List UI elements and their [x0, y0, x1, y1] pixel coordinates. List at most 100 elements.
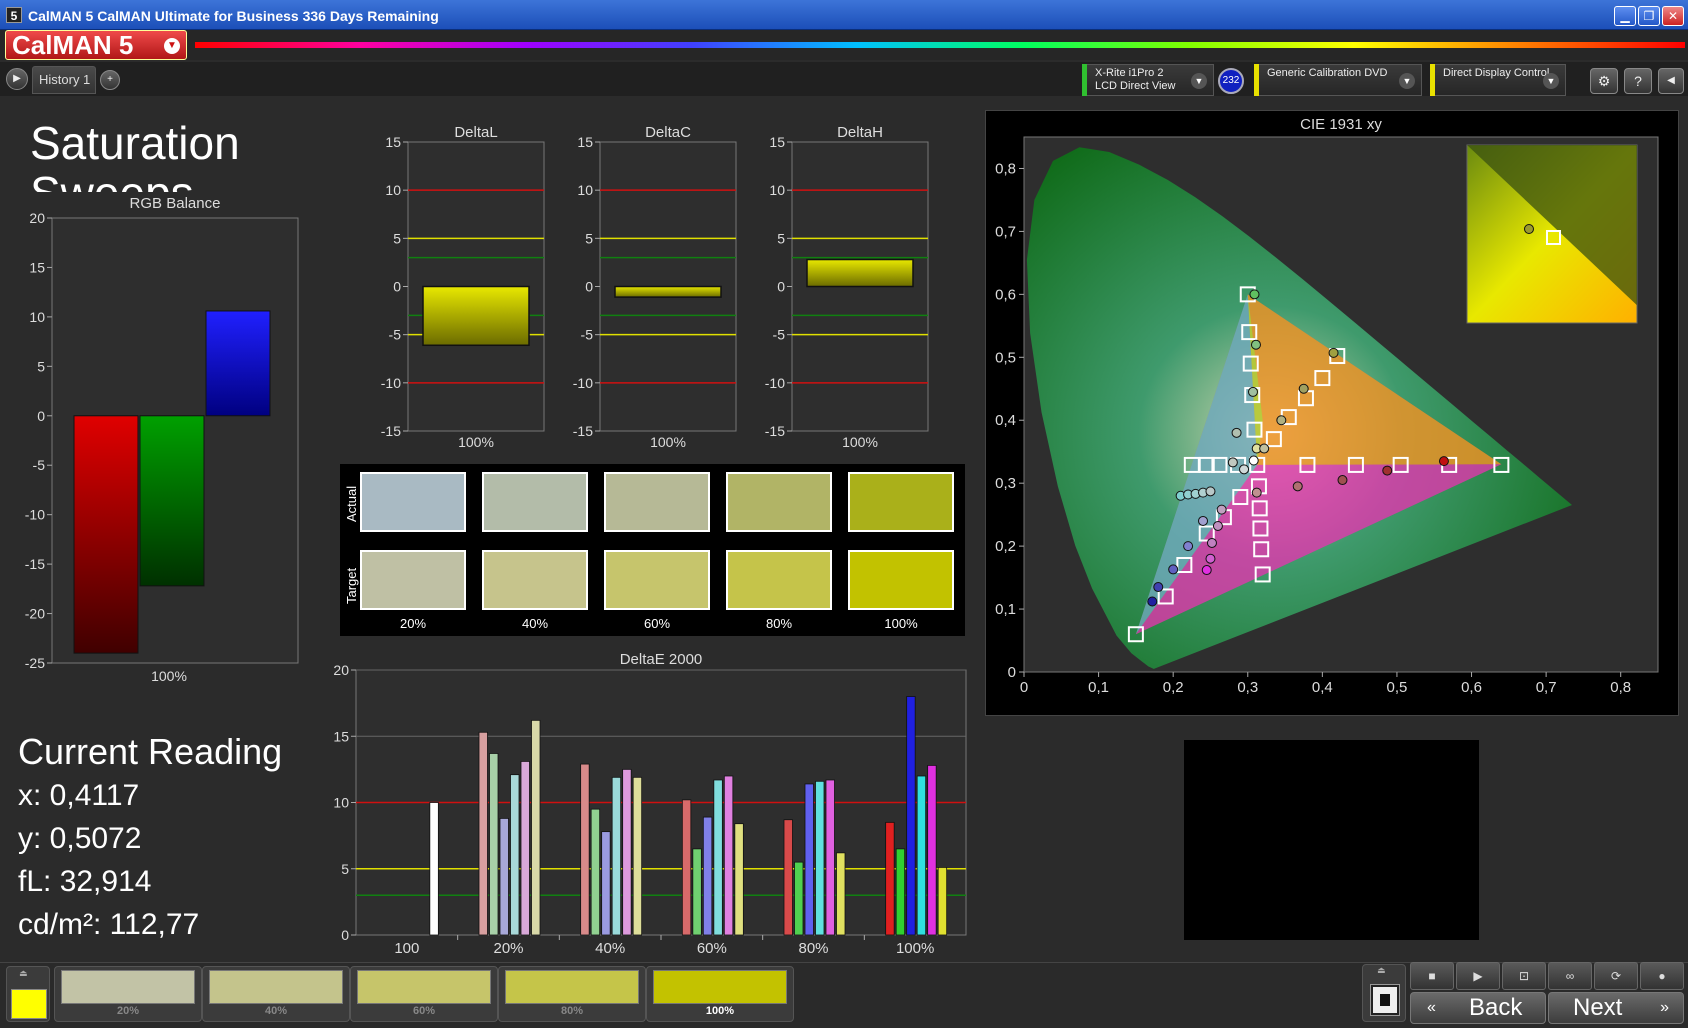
measured-point [1298, 383, 1309, 394]
swatch-label: 100% [884, 616, 918, 631]
x-tick-label: 0,4 [1312, 679, 1333, 696]
help-icon[interactable]: ? [1624, 68, 1652, 94]
y-tick-label: 0,3 [995, 475, 1016, 492]
video-preview [1184, 740, 1479, 940]
chart-title: RGB Balance [130, 195, 221, 212]
target-swatch [482, 550, 588, 610]
chevron-down-icon: ▼ [1399, 73, 1415, 89]
measured-point [1249, 289, 1260, 300]
delta-bar [614, 285, 722, 298]
y-tick-label: 10 [333, 795, 349, 811]
app-icon: 5 [6, 7, 22, 23]
deltae-bar [510, 774, 520, 936]
target-swatch [726, 550, 832, 610]
current-patch-box[interactable]: ⏏ [6, 966, 50, 1022]
deltae-bar [702, 816, 713, 936]
continuous-button[interactable]: ∞ [1548, 962, 1592, 990]
y-tick-label: 15 [29, 259, 45, 275]
deltae-bar [927, 765, 937, 936]
measured-point [1248, 455, 1259, 466]
collapse-panel-icon[interactable]: ◀ [1658, 68, 1684, 94]
stop-button[interactable]: ■ [1410, 962, 1454, 990]
play-workflow-button[interactable]: ▶ [6, 68, 28, 90]
y-tick-label: 0 [341, 927, 349, 943]
maximize-button[interactable]: ❐ [1638, 6, 1660, 26]
progress-patch-button[interactable]: 60% [350, 966, 498, 1022]
row-label-target: Target [344, 567, 359, 604]
add-tab-button[interactable]: + [100, 70, 120, 90]
options-button[interactable]: ● [1640, 962, 1684, 990]
measured-point [1438, 456, 1449, 467]
play-button[interactable]: ▶ [1456, 962, 1500, 990]
deltae-bar [783, 819, 793, 936]
minimize-button[interactable]: ▁ [1614, 6, 1636, 26]
progress-patch-button[interactable]: 80% [498, 966, 646, 1022]
x-tick-label: 80% [798, 940, 828, 957]
rgb-bar-red [73, 415, 139, 654]
meter-badge[interactable]: 232 [1218, 68, 1244, 94]
y-tick-label: -10 [381, 375, 401, 391]
measured-point [1183, 541, 1194, 552]
back-label: Back [1469, 994, 1523, 1021]
progress-patch-button[interactable]: 100% [646, 966, 794, 1022]
y-tick-label: 0,4 [995, 412, 1016, 429]
measured-point [1206, 537, 1217, 548]
stop-all-button[interactable]: ⏏ [1362, 964, 1406, 1022]
tab-history-1[interactable]: History 1 [32, 66, 96, 94]
source-selector[interactable]: Generic Calibration DVD ▼ [1254, 64, 1422, 96]
target-swatch [848, 550, 954, 610]
color-swatch-panel: Actual Target 20% 40% 60% 80% 100% [340, 464, 965, 636]
deltae-bar [815, 780, 825, 936]
measured-point [1231, 427, 1242, 438]
deltac-chart: -15 -10 -5 0 5 10 15 DeltaC 100% [573, 124, 737, 450]
display-selector[interactable]: Direct Display Control ▼ [1430, 64, 1566, 96]
back-button[interactable]: « Back [1410, 992, 1546, 1024]
actual-swatch [848, 472, 954, 532]
deltae-bar [531, 719, 541, 936]
y-tick-label: 5 [585, 230, 593, 246]
deltae-bar [713, 779, 723, 936]
progress-patch-button[interactable]: 20% [54, 966, 202, 1022]
x-tick-label: 0,3 [1237, 679, 1258, 696]
meter-indicator [1082, 64, 1087, 96]
x-tick-label: 60% [697, 940, 727, 957]
zoom-measured-point [1524, 224, 1534, 234]
close-button[interactable]: ✕ [1662, 6, 1684, 26]
patch-color [653, 970, 787, 1004]
logo-text: CalMAN 5 [12, 30, 134, 60]
x-tick-label: 100% [896, 940, 934, 957]
chevron-down-icon: ▼ [1543, 73, 1559, 89]
deltae-bar [825, 779, 835, 936]
swatch-label: 40% [521, 616, 549, 631]
deltae-bar [632, 776, 643, 936]
deltae-bar [937, 867, 948, 936]
row-label-actual: Actual [344, 485, 359, 522]
refresh-button[interactable]: ⟳ [1594, 962, 1638, 990]
measured-point [1212, 520, 1223, 531]
deltae-bar [489, 753, 499, 936]
read-series-button[interactable]: ⊡ [1502, 962, 1546, 990]
actual-swatch [604, 472, 710, 532]
meter-selector[interactable]: X-Rite i1Pro 2 LCD Direct View ▼ [1082, 64, 1214, 96]
y-tick-label: 10 [769, 182, 785, 198]
x-tick-label: 0,6 [1461, 679, 1482, 696]
rgb-bar-green [139, 415, 205, 587]
calman-logo-menu[interactable]: CalMAN 5 ▼ [5, 30, 187, 60]
progress-patch-button[interactable]: 40% [202, 966, 350, 1022]
actual-swatch [360, 472, 466, 532]
x-tick-label: 40% [595, 940, 625, 957]
deltae-bar [429, 802, 439, 936]
double-chevron-right-icon: » [1660, 999, 1669, 1016]
measured-point [1276, 415, 1287, 426]
y-tick-label: 15 [769, 134, 785, 150]
deltae-bar [580, 763, 590, 936]
patch-color [209, 970, 343, 1004]
next-button[interactable]: Next » [1548, 992, 1684, 1024]
deltae-bar [836, 852, 846, 936]
display-indicator [1430, 64, 1435, 96]
cie-panel: CIE 1931 xy 0 0,1 0,2 0,3 0,4 0,5 0,6 0,7 0,8 0 0,1… [985, 110, 1679, 716]
settings-gear-icon[interactable]: ⚙ [1590, 68, 1618, 94]
deltae-bar [681, 799, 692, 936]
patch-label: 40% [264, 1005, 288, 1017]
deltah-chart: -15 -10 -5 0 5 10 15 DeltaH 100% [765, 124, 929, 450]
